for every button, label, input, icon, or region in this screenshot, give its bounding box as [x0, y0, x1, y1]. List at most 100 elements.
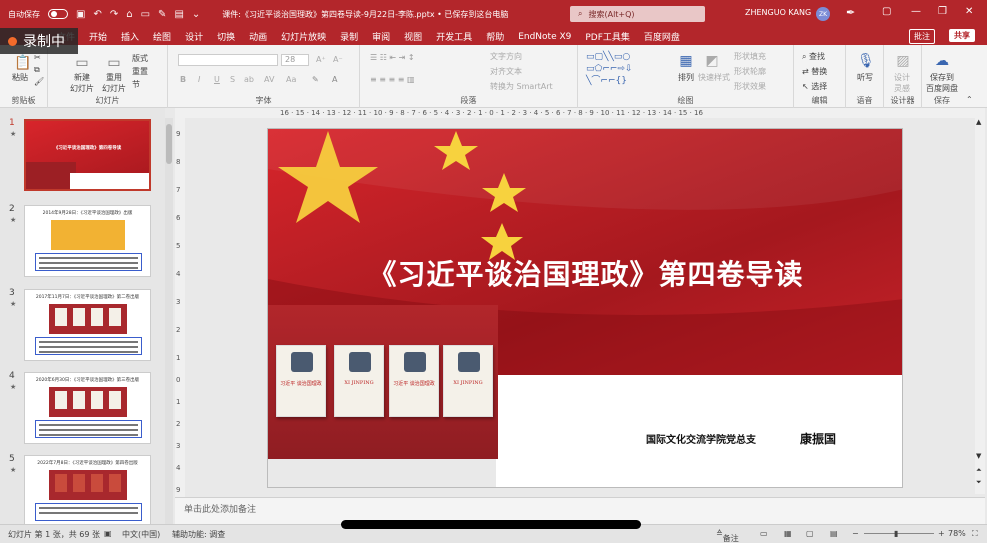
design-ideas-icon[interactable]: ▨	[895, 53, 911, 69]
signature[interactable]: 康振国	[800, 430, 836, 447]
tab-endnote[interactable]: EndNote X9	[511, 32, 578, 42]
quick-styles-icon[interactable]: ◩	[704, 53, 720, 69]
strikethrough-icon[interactable]: ab	[244, 75, 254, 84]
tab-slideshow[interactable]: 幻灯片放映	[274, 30, 333, 43]
pen-icon[interactable]: ✎	[158, 9, 166, 20]
smartart-button[interactable]: 转换为 SmartArt	[490, 81, 553, 92]
paste-button[interactable]: 粘贴	[12, 72, 28, 83]
format-painter-icon[interactable]: ⌂	[126, 9, 132, 20]
zoom-slider[interactable]	[864, 533, 934, 534]
scroll-down-icon[interactable]: ▼	[976, 452, 981, 460]
undo-icon[interactable]: ↶	[93, 9, 101, 20]
avatar[interactable]: ZK	[816, 7, 830, 21]
spellcheck-icon[interactable]: ▣	[104, 529, 112, 538]
design-ideas-button[interactable]: 设计 灵感	[894, 72, 910, 94]
new-slide-icon[interactable]: ▭	[74, 55, 90, 71]
sorter-view-icon[interactable]: ▦	[784, 529, 792, 538]
tab-help[interactable]: 帮助	[479, 30, 511, 43]
font-color-icon[interactable]: A	[332, 75, 337, 84]
grow-font-icon[interactable]: A⁺	[316, 55, 326, 64]
new-slide-button[interactable]: 新建 幻灯片	[70, 72, 94, 94]
tab-view[interactable]: 视图	[397, 30, 429, 43]
shape-effects-button[interactable]: 形状效果	[734, 81, 766, 92]
highlight-icon[interactable]: ✎	[312, 75, 319, 84]
bullets-icon[interactable]: ☰ ☷ ⇤ ⇥ ↕	[370, 53, 415, 62]
zoom-out-icon[interactable]: −	[852, 529, 859, 538]
dictate-button[interactable]: 听写	[857, 72, 873, 83]
text-direction-button[interactable]: 文字方向	[490, 51, 522, 62]
tab-baidu[interactable]: 百度网盘	[637, 30, 687, 43]
find-button[interactable]: ⌕ 查找	[802, 51, 825, 62]
collapse-ribbon-icon[interactable]: ⌃	[966, 95, 973, 104]
tab-record[interactable]: 录制	[333, 30, 365, 43]
quick-styles-button[interactable]: 快速样式	[698, 72, 730, 83]
shadow-icon[interactable]: S	[230, 75, 235, 84]
section-button[interactable]: 节	[132, 79, 140, 90]
tab-review[interactable]: 审阅	[365, 30, 397, 43]
format-brush-icon[interactable]: 🖌	[34, 77, 44, 86]
ribbon-display-icon[interactable]: ▢	[882, 6, 891, 17]
slide-thumbnail-3[interactable]: 2017年11月7日：《习近平谈治国理政》第二卷出版	[24, 289, 151, 361]
redo-icon[interactable]: ↷	[110, 9, 118, 20]
copy-icon[interactable]: ⧉	[34, 65, 40, 75]
document-icon[interactable]: ▤	[174, 9, 183, 20]
baidu-cloud-icon[interactable]: ☁	[934, 53, 950, 69]
underline-icon[interactable]: U	[214, 75, 220, 84]
scrollbar-thumb[interactable]	[166, 124, 172, 164]
fit-slide-icon[interactable]: ⛶	[972, 529, 978, 539]
arrange-button[interactable]: 排列	[678, 72, 694, 83]
tab-developer[interactable]: 开发工具	[429, 30, 479, 43]
arrange-icon[interactable]: ▦	[678, 53, 694, 69]
shape-outline-button[interactable]: 形状轮廓	[734, 66, 766, 77]
zoom-level[interactable]: 78%	[948, 529, 966, 538]
slide-thumbnail-4[interactable]: 2020年6月30日：《习近平谈治国理政》第三卷出版	[24, 372, 151, 444]
shape-fill-button[interactable]: 形状填充	[734, 51, 766, 62]
layout-button[interactable]: 版式	[132, 53, 148, 64]
share-button[interactable]: 共享	[949, 29, 975, 42]
select-button[interactable]: ↖ 选择	[802, 81, 827, 92]
microphone-icon[interactable]: 🎙	[857, 53, 875, 69]
close-icon[interactable]: ✕	[965, 6, 973, 17]
thumbnail-scrollbar[interactable]	[165, 118, 173, 524]
tab-pdf[interactable]: PDF工具集	[578, 30, 637, 43]
accessibility-status[interactable]: 辅助功能: 调查	[172, 529, 225, 540]
tab-home[interactable]: 开始	[82, 30, 114, 43]
font-size-input[interactable]: 28	[281, 54, 309, 66]
zoom-slider-thumb[interactable]: ▮	[894, 529, 898, 538]
next-slide-icon[interactable]: ⏷	[976, 478, 982, 487]
save-baidu-button[interactable]: 保存到 百度网盘	[926, 72, 958, 94]
customize-icon[interactable]: ⌄	[192, 9, 200, 20]
tab-insert[interactable]: 插入	[114, 30, 146, 43]
slide-thumbnail-2[interactable]: 2014年9月28日：《习近平谈治国理政》出版	[24, 205, 151, 277]
notes-toggle[interactable]: ≙ 备注	[716, 529, 739, 543]
slideshow-view-icon[interactable]: ▤	[830, 529, 838, 538]
case-icon[interactable]: Aa	[286, 75, 296, 84]
reset-button[interactable]: 重置	[132, 66, 148, 77]
spacing-icon[interactable]: AV	[264, 75, 274, 84]
search-box[interactable]: ⌕ 搜索(Alt+Q)	[570, 6, 705, 22]
reuse-slide-button[interactable]: 重用 幻灯片	[102, 72, 126, 94]
current-slide[interactable]: 《习近平谈治国理政》第四卷导读 习近平 谈治国理政 XI JINPING 习近平…	[267, 128, 903, 488]
tab-design[interactable]: 设计	[178, 30, 210, 43]
shapes-gallery-icon[interactable]: ▭▢╲╲▭○ ▭⬠⌐⌐⇨⇩ ╲⌒⌐⌐{}	[586, 51, 633, 87]
align-text-button[interactable]: 对齐文本	[490, 66, 522, 77]
previous-slide-icon[interactable]: ⏶	[976, 466, 982, 475]
reading-view-icon[interactable]: ▢	[806, 529, 814, 538]
align-icon[interactable]: ≡ ≡ ≡ ≡ ▥	[370, 75, 415, 84]
replace-button[interactable]: ⇄ 替换	[802, 66, 827, 77]
slide-thumbnail-1[interactable]: 《习近平谈治国理政》第四卷导读	[24, 119, 151, 191]
reuse-slide-icon[interactable]: ▭	[106, 55, 122, 71]
canvas-scrollbar[interactable]: ▲ ▼ ⏶ ⏷	[975, 118, 985, 494]
comment-button[interactable]: 批注	[909, 29, 935, 44]
cut-icon[interactable]: ✂	[34, 53, 41, 62]
scroll-up-icon[interactable]: ▲	[976, 118, 981, 126]
italic-icon[interactable]: I	[198, 75, 200, 84]
save-icon[interactable]: ▣	[76, 9, 85, 20]
zoom-in-icon[interactable]: +	[938, 529, 945, 538]
ink-pen-icon[interactable]: ✒	[846, 6, 855, 19]
paste-icon[interactable]: 📋	[14, 55, 31, 71]
author-text[interactable]: 国际文化交流学院党总支	[646, 431, 756, 446]
maximize-icon[interactable]: ❐	[938, 6, 947, 17]
normal-view-icon[interactable]: ▭	[760, 529, 768, 538]
bold-icon[interactable]: B	[180, 75, 186, 84]
